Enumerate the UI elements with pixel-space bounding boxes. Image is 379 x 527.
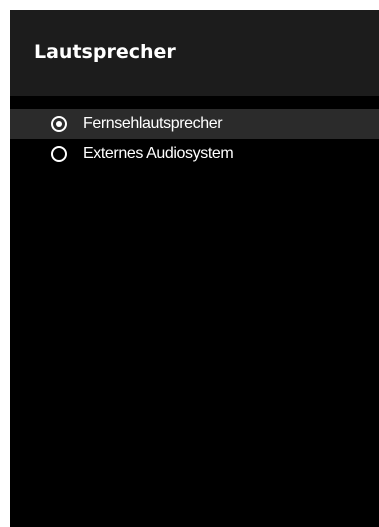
option-tv-speakers[interactable]: Fernsehlautsprecher bbox=[10, 109, 379, 139]
speaker-options-list: Fernsehlautsprecher Externes Audiosystem bbox=[10, 109, 379, 169]
speaker-settings-panel: Lautsprecher Fernsehlautsprecher Externe… bbox=[10, 10, 379, 527]
option-label: Fernsehlautsprecher bbox=[83, 115, 223, 132]
radio-unselected-icon bbox=[51, 146, 67, 162]
option-label: Externes Audiosystem bbox=[83, 145, 234, 162]
radio-selected-icon bbox=[51, 116, 67, 132]
panel-header: Lautsprecher bbox=[10, 10, 379, 96]
radio-dot bbox=[56, 121, 62, 127]
option-external-audio-system[interactable]: Externes Audiosystem bbox=[10, 139, 379, 169]
page-title: Lautsprecher bbox=[34, 41, 176, 63]
